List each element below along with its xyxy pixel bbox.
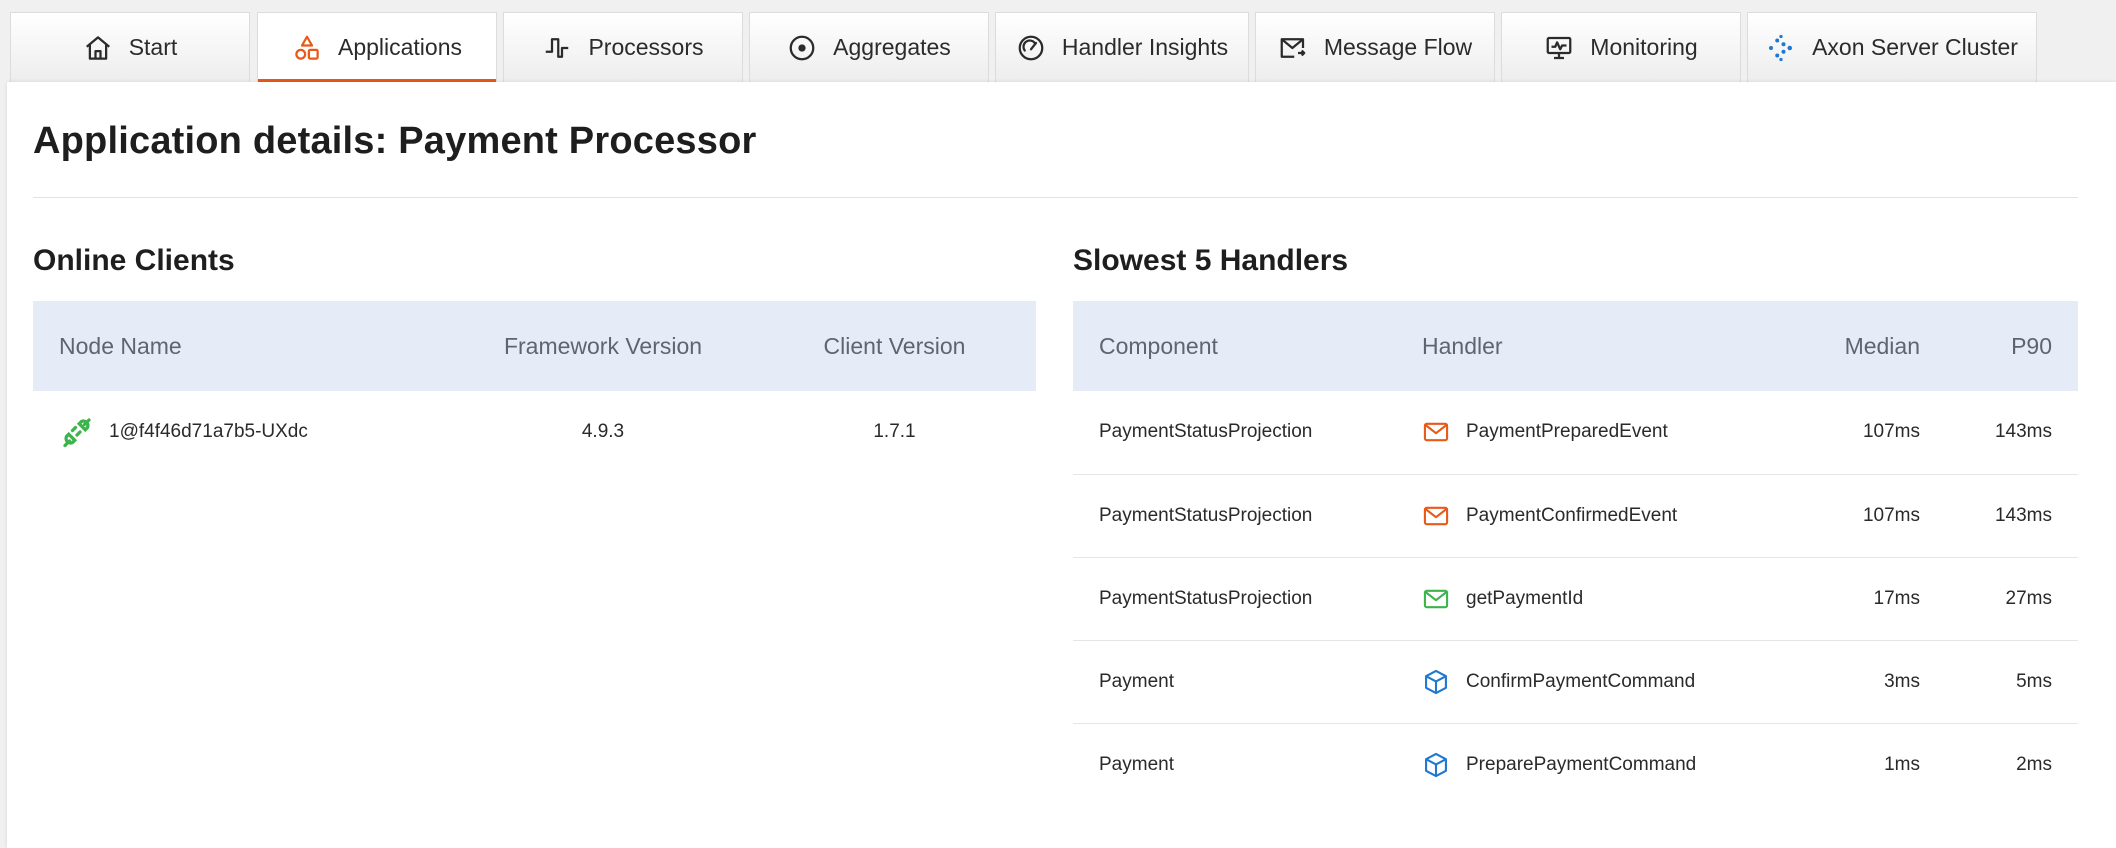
median-value: 3ms: [1884, 670, 1920, 692]
p90-value: 143ms: [1994, 504, 2052, 526]
target-icon: [787, 33, 817, 63]
axon-cluster-icon: [1766, 33, 1796, 63]
handler-name: PaymentPreparedEvent: [1466, 421, 1668, 443]
median-value: 17ms: [1873, 587, 1920, 609]
tab-label: Processors: [588, 34, 704, 60]
slowest-handlers-title: Slowest 5 Handlers: [1073, 244, 1349, 277]
envelope-icon: [1422, 585, 1450, 613]
pulse-icon: [542, 33, 572, 63]
main-navigation: Start Applications Processors Aggregates…: [0, 0, 2116, 82]
tab-label: Message Flow: [1323, 34, 1473, 60]
shapes-icon: [292, 33, 322, 63]
component-name: PaymentStatusProjection: [1099, 421, 1313, 443]
p90-value: 5ms: [2016, 670, 2052, 692]
component-name: Payment: [1099, 753, 1174, 775]
p90-value: 143ms: [1994, 421, 2052, 443]
component-name: PaymentStatusProjection: [1099, 504, 1313, 526]
slowest-handlers-table: Component Handler Median P90 PaymentStat…: [1073, 301, 2078, 806]
home-icon: [83, 33, 113, 63]
tab-label: Monitoring: [1590, 34, 1698, 60]
handler-name: getPaymentId: [1466, 587, 1584, 609]
tab-message-flow[interactable]: Message Flow: [1255, 12, 1495, 82]
framework-version: 4.9.3: [581, 421, 625, 442]
column-header-handler: Handler: [1422, 332, 1503, 359]
table-header-row: Node Name Framework Version Client Versi…: [33, 301, 1036, 391]
table-header-row: Component Handler Median P90: [1073, 301, 2078, 391]
median-value: 107ms: [1862, 504, 1920, 526]
median-value: 1ms: [1884, 753, 1920, 775]
component-name: PaymentStatusProjection: [1099, 587, 1313, 609]
connected-plug-icon: [59, 414, 95, 450]
tab-start[interactable]: Start: [10, 12, 250, 82]
envelope-icon: [1422, 502, 1450, 530]
column-header-client-version: Client Version: [823, 332, 966, 359]
envelope-icon: [1422, 418, 1450, 446]
monitor-icon: [1544, 33, 1574, 63]
tab-label: Axon Server Cluster: [1812, 34, 2018, 60]
tab-applications[interactable]: Applications: [257, 12, 497, 82]
table-row[interactable]: PaymentStatusProjection PaymentConfirmed…: [1073, 474, 2078, 557]
tab-label: Start: [128, 34, 178, 60]
cube-icon: [1422, 668, 1450, 696]
p90-value: 2ms: [2016, 753, 2052, 775]
table-row[interactable]: PaymentStatusProjection PaymentPreparedE…: [1073, 391, 2078, 474]
table-row[interactable]: PaymentStatusProjection getPaymentId 17m…: [1073, 557, 2078, 640]
table-row[interactable]: Payment PreparePaymentCommand 1ms 2ms: [1073, 723, 2078, 806]
node-name[interactable]: 1@f4f46d71a7b5-UXdc: [109, 421, 308, 443]
tab-monitoring[interactable]: Monitoring: [1501, 12, 1741, 82]
column-header-node-name: Node Name: [59, 332, 182, 359]
table-row: 1@f4f46d71a7b5-UXdc 4.9.3 1.7.1: [33, 391, 1036, 473]
tab-label: Applications: [337, 34, 463, 60]
online-clients-title: Online Clients: [33, 244, 235, 277]
handler-name: PaymentConfirmedEvent: [1466, 504, 1678, 526]
gauge-icon: [1016, 33, 1046, 63]
component-name: Payment: [1099, 670, 1174, 692]
table-row[interactable]: Payment ConfirmPaymentCommand 3ms 5ms: [1073, 640, 2078, 723]
column-header-framework-version: Framework Version: [503, 332, 703, 359]
mail-flow-icon: [1278, 33, 1308, 63]
tab-label: Handler Insights: [1061, 34, 1229, 60]
tab-aggregates[interactable]: Aggregates: [749, 12, 989, 82]
title-divider: [33, 197, 2078, 198]
tab-label: Aggregates: [833, 34, 951, 60]
handler-name: PreparePaymentCommand: [1466, 753, 1697, 775]
handler-name: ConfirmPaymentCommand: [1466, 670, 1696, 692]
cube-icon: [1422, 751, 1450, 779]
page-title: Application details: Payment Processor: [33, 120, 757, 162]
client-version: 1.7.1: [873, 421, 916, 442]
column-header-p90: P90: [2011, 332, 2052, 359]
tab-handler-insights[interactable]: Handler Insights: [995, 12, 1249, 82]
online-clients-table: Node Name Framework Version Client Versi…: [33, 301, 1036, 473]
tab-axon-server-cluster[interactable]: Axon Server Cluster: [1747, 12, 2037, 82]
column-header-component: Component: [1099, 332, 1218, 359]
tab-processors[interactable]: Processors: [503, 12, 743, 82]
column-header-median: Median: [1844, 332, 1920, 359]
median-value: 107ms: [1862, 421, 1920, 443]
p90-value: 27ms: [2005, 587, 2052, 609]
application-details-panel: Application details: Payment Processor O…: [7, 82, 2116, 848]
